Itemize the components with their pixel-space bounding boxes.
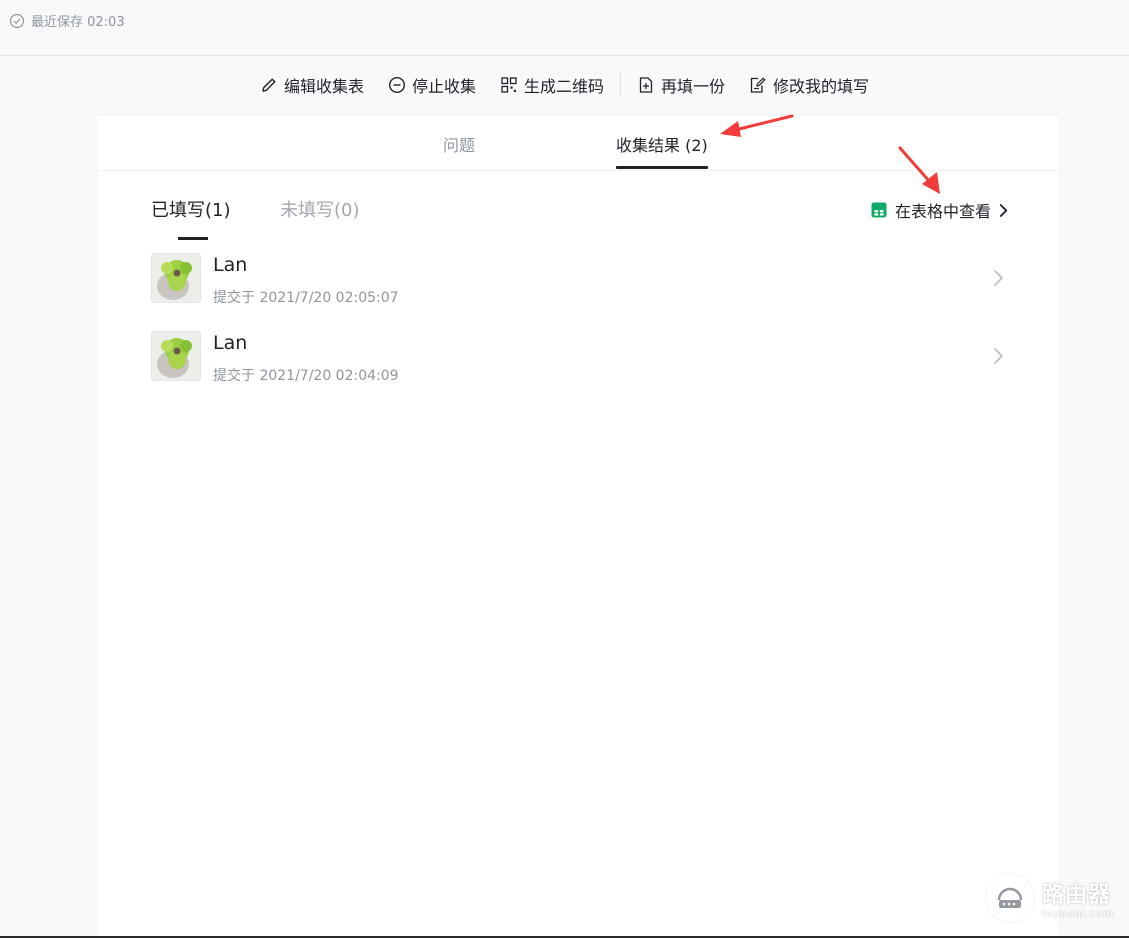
tab-results[interactable]: 收集结果 (2): [616, 132, 708, 169]
submit-time: 提交于 2021/7/20 02:05:07: [213, 290, 399, 306]
subtab-filled-label: 已填写(1): [151, 200, 231, 221]
edit-note-icon: [750, 77, 766, 93]
refill-button[interactable]: 再填一份: [637, 73, 725, 97]
results-card: 问题 收集结果 (2) 已填写(1) 未填写(0) 在表格中查看 Lan 提交于…: [97, 116, 1059, 938]
save-status: 最近保存 02:03: [9, 11, 125, 30]
subtab-unfilled[interactable]: 未填写(0): [280, 196, 360, 222]
qrcode-label: 生成二维码: [523, 77, 604, 96]
response-item[interactable]: Lan 提交于 2021/7/20 02:05:07: [151, 253, 1007, 313]
sub-tabs-row: 已填写(1) 未填写(0) 在表格中查看: [97, 171, 1059, 241]
tab-results-label: 收集结果 (2): [616, 136, 708, 155]
qrcode-button[interactable]: 生成二维码: [500, 73, 604, 97]
modify-my-answer-button[interactable]: 修改我的填写: [749, 73, 869, 97]
view-in-sheet-label: 在表格中查看: [894, 202, 991, 221]
watermark-en: luyouqi.com: [1042, 908, 1115, 920]
modify-my-answer-label: 修改我的填写: [773, 77, 870, 96]
active-subtab-indicator: [178, 237, 208, 240]
chevron-right-icon: [999, 203, 1008, 217]
watermark-cn: 路由器: [1042, 882, 1112, 908]
stop-collect-button[interactable]: 停止收集: [388, 73, 476, 97]
tab-questions[interactable]: 问题: [443, 132, 475, 156]
check-circle-icon: [9, 13, 25, 28]
respondent-name: Lan: [213, 254, 248, 276]
subtab-filled[interactable]: 已填写(1): [151, 196, 231, 240]
top-bar: 最近保存 02:03: [0, 0, 1129, 56]
router-logo-icon: [986, 874, 1034, 922]
chevron-right-icon: [994, 348, 1003, 364]
response-item[interactable]: Lan 提交于 2021/7/20 02:04:09: [151, 331, 1007, 391]
chevron-right-icon: [994, 270, 1003, 286]
view-in-sheet-link[interactable]: 在表格中查看: [870, 198, 1009, 222]
watermark-text: 路由器 luyouqi.com: [1042, 877, 1114, 920]
minus-circle-icon: [388, 76, 405, 94]
avatar: [151, 253, 201, 303]
edit-form-button[interactable]: 编辑收集表: [260, 73, 364, 97]
edit-form-label: 编辑收集表: [283, 77, 364, 96]
refill-label: 再填一份: [661, 77, 726, 96]
main-tabs: 问题 收集结果 (2): [97, 116, 1059, 171]
pencil-icon: [262, 78, 276, 92]
toolbar: 编辑收集表 停止收集 生成二维码 再填一份 修改我的填写: [0, 70, 1129, 100]
save-status-text: 最近保存 02:03: [31, 15, 125, 30]
avatar: [151, 331, 201, 381]
sheet-icon: [871, 202, 887, 218]
subtab-unfilled-label: 未填写(0): [280, 200, 360, 221]
stop-collect-label: 停止收集: [411, 77, 476, 96]
tab-questions-label: 问题: [443, 136, 476, 155]
plus-square-icon: [639, 77, 653, 93]
submit-time: 提交于 2021/7/20 02:04:09: [213, 368, 399, 384]
respondent-name: Lan: [213, 332, 248, 354]
toolbar-divider: [620, 73, 621, 97]
qrcode-icon: [501, 77, 517, 93]
active-tab-indicator: [616, 166, 708, 169]
watermark: 路由器 luyouqi.com: [986, 873, 1126, 923]
